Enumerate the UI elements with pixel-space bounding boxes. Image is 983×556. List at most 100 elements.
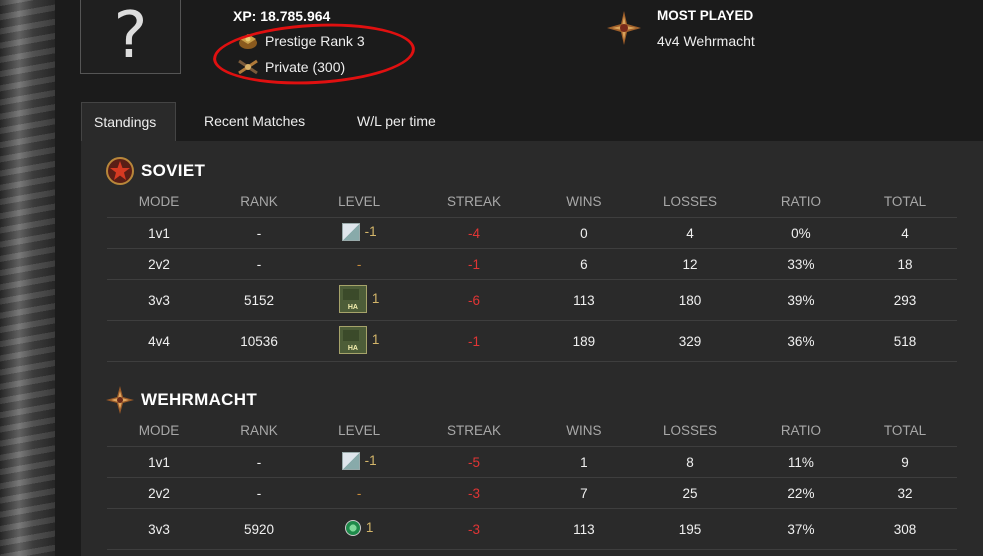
ratio-cell: 11%	[748, 446, 853, 478]
column-header: LOSSES	[630, 186, 749, 218]
most-played-faction-icon	[607, 11, 641, 45]
avatar: ?	[80, 0, 181, 74]
wehrmacht-title: WEHRMACHT	[141, 390, 258, 409]
column-header: RATIO	[748, 415, 853, 447]
rank-cell: -	[210, 477, 308, 509]
level-cell: HA 1	[307, 279, 412, 321]
table-row: 4v4 10536 HA 1 -1 189 329 36% 518	[107, 320, 957, 362]
table-header-row: MODE RANK LEVEL STREAK WINS LOSSES RATIO…	[107, 186, 957, 218]
ratio-cell: 39%	[748, 279, 853, 321]
round-badge-icon	[344, 519, 361, 536]
losses-cell: 329	[630, 320, 749, 362]
mode-cell: 3v3	[107, 279, 211, 321]
level-cell: HA 1	[307, 320, 412, 362]
player-profile: ? XP: 18.785.964 Prestige Rank 3 Private…	[55, 0, 983, 556]
streak-cell: -4	[411, 217, 537, 249]
streak-cell: -1	[411, 320, 537, 362]
column-header: LOSSES	[630, 415, 749, 447]
rank-badge-icon: HA	[338, 284, 367, 313]
column-header: LEVEL	[307, 415, 412, 447]
tab-standings[interactable]: Standings	[81, 102, 176, 141]
broken-image-icon	[341, 451, 360, 470]
column-header: STREAK	[411, 186, 537, 218]
wins-cell: 113	[536, 279, 631, 321]
level-value: -1	[364, 224, 377, 239]
most-played-title: MOST PLAYED	[657, 8, 754, 23]
soviet-title: SOVIET	[141, 161, 206, 180]
streak-cell: -5	[411, 446, 537, 478]
total-cell: 32	[852, 477, 957, 509]
ratio-cell: 33%	[748, 248, 853, 280]
wins-cell: 113	[536, 508, 631, 550]
table-row: 1v1 - -1 -4 0 4 0% 4	[107, 217, 957, 249]
soviet-stats-table: MODE RANK LEVEL STREAK WINS LOSSES RATIO…	[107, 186, 957, 362]
soviet-section-header: SOVIET	[105, 156, 205, 186]
losses-cell: 180	[630, 279, 749, 321]
streak-cell: -1	[411, 248, 537, 280]
wins-cell: 189	[536, 320, 631, 362]
wehrmacht-emblem-icon	[106, 386, 134, 414]
column-header: WINS	[536, 415, 631, 447]
total-cell: 518	[852, 320, 957, 362]
column-header: LEVEL	[307, 186, 412, 218]
total-cell: 293	[852, 279, 957, 321]
losses-cell: 12	[630, 248, 749, 280]
streak-cell: -6	[411, 279, 537, 321]
mode-cell: 2v2	[107, 477, 211, 509]
level-value: -1	[364, 453, 377, 468]
wehrmacht-section-header: WEHRMACHT	[105, 385, 257, 415]
column-header: MODE	[107, 186, 211, 218]
rank-cell: 5920	[210, 508, 308, 550]
wins-cell: 1	[536, 446, 631, 478]
level-cell: -1	[307, 446, 412, 478]
wehrmacht-stats-table: MODE RANK LEVEL STREAK WINS LOSSES RATIO…	[107, 415, 957, 550]
column-header: STREAK	[411, 415, 537, 447]
losses-cell: 8	[630, 446, 749, 478]
mode-cell: 2v2	[107, 248, 211, 280]
total-cell: 18	[852, 248, 957, 280]
level-cell: -	[307, 248, 412, 280]
annotation-circle	[211, 18, 417, 90]
level-cell: -1	[307, 217, 412, 249]
streak-cell: -3	[411, 508, 537, 550]
table-row: 3v3 5152 HA 1 -6 113 180 39% 293	[107, 279, 957, 321]
left-background-image	[0, 0, 55, 556]
soviet-emblem-icon	[106, 157, 134, 185]
losses-cell: 4	[630, 217, 749, 249]
tab-recent-matches[interactable]: Recent Matches	[192, 102, 317, 141]
rank-cell: -	[210, 248, 308, 280]
total-cell: 9	[852, 446, 957, 478]
table-row: 1v1 - -1 -5 1 8 11% 9	[107, 446, 957, 478]
rank-cell: -	[210, 446, 308, 478]
losses-cell: 25	[630, 477, 749, 509]
table-row: 3v3 5920 1 -3 113 195 37% 308	[107, 508, 957, 550]
level-value: 1	[371, 291, 380, 306]
ratio-cell: 0%	[748, 217, 853, 249]
wins-cell: 0	[536, 217, 631, 249]
wins-cell: 6	[536, 248, 631, 280]
rank-cell: 5152	[210, 279, 308, 321]
table-row: 2v2 - - -3 7 25 22% 32	[107, 477, 957, 509]
level-value: 1	[371, 332, 380, 347]
tab-bar: Standings Recent Matches W/L per time	[81, 102, 983, 141]
mode-cell: 1v1	[107, 217, 211, 249]
mode-cell: 3v3	[107, 508, 211, 550]
table-header-row: MODE RANK LEVEL STREAK WINS LOSSES RATIO…	[107, 415, 957, 447]
tab-wl-per-time[interactable]: W/L per time	[345, 102, 448, 141]
xp-label: XP: 18.785.964	[233, 8, 331, 24]
losses-cell: 195	[630, 508, 749, 550]
ratio-cell: 22%	[748, 477, 853, 509]
broken-image-icon	[341, 222, 360, 241]
table-row: 2v2 - - -1 6 12 33% 18	[107, 248, 957, 280]
column-header: RATIO	[748, 186, 853, 218]
rank-badge-icon: HA	[338, 325, 367, 354]
mode-cell: 1v1	[107, 446, 211, 478]
wins-cell: 7	[536, 477, 631, 509]
rank-cell: -	[210, 217, 308, 249]
streak-cell: -3	[411, 477, 537, 509]
level-value: 1	[365, 520, 374, 535]
column-header: MODE	[107, 415, 211, 447]
level-cell: 1	[307, 508, 412, 550]
column-header: WINS	[536, 186, 631, 218]
column-header: TOTAL	[852, 186, 957, 218]
